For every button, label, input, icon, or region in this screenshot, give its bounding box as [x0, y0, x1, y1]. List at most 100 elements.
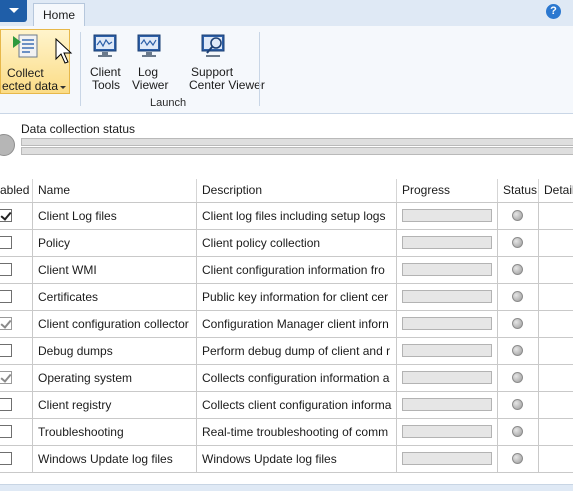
details-cell[interactable] [539, 392, 573, 418]
log-viewer-icon [137, 34, 161, 57]
row-progress-bar [402, 425, 492, 438]
support-center-viewer-icon [201, 34, 225, 57]
enabled-checkbox[interactable] [0, 290, 12, 303]
column-header-status[interactable]: Status [498, 179, 539, 202]
client-tools-label-line2: Tools [92, 78, 121, 92]
row-progress-bar [402, 263, 492, 276]
secondary-progress-bar [21, 147, 573, 155]
row-progress-bar [402, 290, 492, 303]
dropdown-arrow-icon [9, 8, 19, 13]
row-progress-bar [402, 371, 492, 384]
column-header-enabled[interactable]: abled [0, 179, 33, 202]
support-center-label-line2: Center Viewer [189, 78, 265, 92]
overall-progress-bar [21, 138, 573, 146]
name-cell: Windows Update log files [33, 446, 197, 472]
name-cell: Client Log files [33, 203, 197, 229]
collect-data-icon [13, 34, 38, 58]
enabled-checkbox[interactable] [0, 236, 12, 249]
table-row[interactable]: Client registry Collects client configura… [0, 392, 573, 419]
status-dot-icon [512, 210, 523, 221]
table-row[interactable]: Troubleshooting Real-time troubleshooting… [0, 419, 573, 446]
details-cell[interactable] [539, 284, 573, 310]
details-cell[interactable] [539, 230, 573, 256]
collect-label-line2: ected data [2, 79, 59, 93]
enabled-checkbox[interactable] [0, 371, 12, 384]
enabled-cell [0, 446, 33, 472]
group-separator [259, 32, 260, 106]
table-row[interactable]: Client configuration collector Configurat… [0, 311, 573, 338]
table-row[interactable]: Debug dumps Perform debug dump of client … [0, 338, 573, 365]
support-center-viewer-button[interactable]: Support Center Viewer [186, 29, 265, 94]
description-cell: Collects client configuration informa [197, 392, 397, 418]
details-cell[interactable] [539, 203, 573, 229]
description-cell: Collects configuration information a [197, 365, 397, 391]
table-row[interactable]: Policy Client policy collection [0, 230, 573, 257]
name-cell: Troubleshooting [33, 419, 197, 445]
column-header-description[interactable]: Description [197, 179, 397, 202]
table-row[interactable]: Certificates Public key information for c… [0, 284, 573, 311]
column-header-progress[interactable]: Progress [397, 179, 498, 202]
client-tools-icon [93, 34, 117, 57]
row-progress-bar [402, 209, 492, 222]
status-indicator-icon [0, 134, 15, 156]
client-tools-button[interactable]: Client Tools [86, 29, 126, 94]
description-cell: Public key information for client cer [197, 284, 397, 310]
help-icon[interactable]: ? [546, 4, 561, 19]
table-row[interactable]: Client Log files Client log files includi… [0, 203, 573, 230]
enabled-checkbox[interactable] [0, 398, 12, 411]
details-cell[interactable] [539, 257, 573, 283]
enabled-cell [0, 365, 33, 391]
description-cell: Real-time troubleshooting of comm [197, 419, 397, 445]
group-separator [80, 32, 81, 106]
details-cell[interactable] [539, 311, 573, 337]
enabled-checkbox[interactable] [0, 317, 12, 330]
tab-home[interactable]: Home [33, 3, 85, 26]
row-progress-bar [402, 317, 492, 330]
details-cell[interactable] [539, 365, 573, 391]
status-dot-icon [512, 399, 523, 410]
enabled-checkbox[interactable] [0, 425, 12, 438]
ribbon-panel: Collect ected data Client Tools Log View… [0, 26, 573, 114]
row-progress-bar [402, 344, 492, 357]
table-row[interactable]: Windows Update log files Windows Update l… [0, 446, 573, 473]
name-cell: Client registry [33, 392, 197, 418]
name-cell: Operating system [33, 365, 197, 391]
enabled-cell [0, 203, 33, 229]
column-header-name[interactable]: Name [33, 179, 197, 202]
description-cell: Windows Update log files [197, 446, 397, 472]
enabled-checkbox[interactable] [0, 263, 12, 276]
details-cell[interactable] [539, 446, 573, 472]
name-cell: Policy [33, 230, 197, 256]
description-cell: Client configuration information fro [197, 257, 397, 283]
enabled-checkbox[interactable] [0, 452, 12, 465]
enabled-cell [0, 338, 33, 364]
name-cell: Client configuration collector [33, 311, 197, 337]
status-dot-icon [512, 345, 523, 356]
enabled-checkbox[interactable] [0, 209, 12, 222]
application-menu-button[interactable] [0, 0, 27, 22]
log-viewer-button[interactable]: Log Viewer [131, 29, 169, 94]
description-cell: Client policy collection [197, 230, 397, 256]
status-dot-icon [512, 237, 523, 248]
row-progress-bar [402, 398, 492, 411]
column-header-details[interactable]: Detail [539, 179, 573, 202]
enabled-cell [0, 392, 33, 418]
table-row[interactable]: Operating system Collects configuration i… [0, 365, 573, 392]
description-cell: Perform debug dump of client and r [197, 338, 397, 364]
enabled-cell [0, 419, 33, 445]
description-cell: Configuration Manager client inforn [197, 311, 397, 337]
name-cell: Client WMI [33, 257, 197, 283]
row-progress-bar [402, 452, 492, 465]
status-dot-icon [512, 318, 523, 329]
ribbon-tab-strip: Home ? [0, 0, 573, 27]
enabled-checkbox[interactable] [0, 344, 12, 357]
table-row[interactable]: Client WMI Client configuration informati… [0, 257, 573, 284]
ribbon-group-launch-label: Launch [150, 97, 187, 109]
collect-dropdown-icon[interactable] [60, 86, 66, 89]
enabled-cell [0, 257, 33, 283]
status-dot-icon [512, 372, 523, 383]
enabled-cell [0, 311, 33, 337]
details-cell[interactable] [539, 419, 573, 445]
row-progress-bar [402, 236, 492, 249]
details-cell[interactable] [539, 338, 573, 364]
